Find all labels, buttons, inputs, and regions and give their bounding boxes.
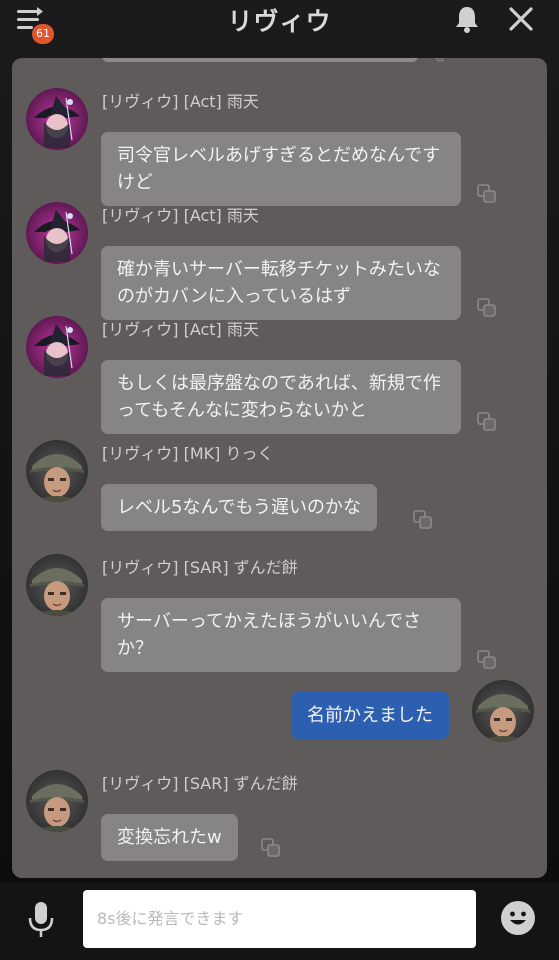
emoji-button[interactable] xyxy=(500,900,536,936)
self-message-bubble[interactable]: 名前かえました xyxy=(291,692,449,739)
sender-label: [リヴィウ] [MK] りっく xyxy=(102,444,274,463)
bell-icon xyxy=(456,7,478,33)
sender-label: [リヴィウ] [Act] 雨天 xyxy=(102,92,259,111)
message-bubble[interactable]: 司令官レベルあげすぎるとだめなんですけど xyxy=(101,132,461,206)
message-bubble[interactable]: 変換忘れたw xyxy=(101,814,238,861)
message-bubble[interactable]: サーバーってかえたほうがいいんでさか？ xyxy=(101,598,461,672)
microphone-icon xyxy=(28,902,54,937)
sender-label: [リヴィウ] [SAR] ずんだ餅 xyxy=(102,558,298,577)
sender-label: [リヴィウ] [Act] 雨天 xyxy=(102,320,259,339)
soldier-avatar[interactable] xyxy=(26,554,88,616)
witch-avatar[interactable] xyxy=(26,88,88,150)
header-bar: 61 リヴィウ xyxy=(0,0,559,58)
copy-icon[interactable] xyxy=(413,510,433,530)
close-button[interactable] xyxy=(506,4,536,34)
chat-message: [リヴィウ] [Act] 雨天 確か青いサーバー転移チケットみたいなのがカバンに… xyxy=(12,202,547,322)
chat-screen: 61 リヴィウ [リヴィウ] [Act] 雨天 司令官レベルあげすぎるとだめなん… xyxy=(0,0,559,960)
witch-avatar[interactable] xyxy=(26,316,88,378)
voice-input-button[interactable] xyxy=(26,900,56,940)
input-bar: 8s後に発言できます xyxy=(0,882,559,960)
copy-icon[interactable] xyxy=(477,412,497,432)
copy-icon[interactable] xyxy=(261,838,281,858)
self-chat-message: 名前かえました xyxy=(12,680,547,750)
copy-icon[interactable] xyxy=(477,298,497,318)
chat-message: [リヴィウ] [Act] 雨天 司令官レベルあげすぎるとだめなんですけど xyxy=(12,88,547,208)
witch-avatar[interactable] xyxy=(26,202,88,264)
chat-message: [リヴィウ] [MK] りっく レベル5なんでもう遅いのかな xyxy=(12,440,547,540)
sender-label: [リヴィウ] [SAR] ずんだ餅 xyxy=(102,774,298,793)
soldier-avatar[interactable] xyxy=(26,440,88,502)
smiley-icon xyxy=(501,901,535,935)
chat-message: [リヴィウ] [Act] 雨天 もしくは最序盤なのであれば、新規で作ってもそんな… xyxy=(12,316,547,436)
notification-button[interactable] xyxy=(452,4,482,34)
copy-icon[interactable] xyxy=(477,184,497,204)
message-input[interactable]: 8s後に発言できます xyxy=(83,890,476,948)
previous-message-bubble xyxy=(102,58,418,62)
message-list[interactable]: [リヴィウ] [Act] 雨天 司令官レベルあげすぎるとだめなんですけど [リヴ… xyxy=(12,58,547,878)
soldier-avatar[interactable] xyxy=(472,680,534,742)
message-bubble[interactable]: もしくは最序盤なのであれば、新規で作ってもそんなに変わらないかと xyxy=(101,360,461,434)
message-bubble[interactable]: レベル5なんでもう遅いのかな xyxy=(101,484,378,531)
copy-icon[interactable] xyxy=(477,650,497,670)
copy-icon[interactable] xyxy=(430,58,448,62)
sender-label: [リヴィウ] [Act] 雨天 xyxy=(102,206,259,225)
close-icon xyxy=(509,7,533,31)
chat-message: [リヴィウ] [SAR] ずんだ餅 変換忘れたw xyxy=(12,770,547,870)
soldier-avatar[interactable] xyxy=(26,770,88,832)
chat-message: [リヴィウ] [SAR] ずんだ餅 サーバーってかえたほうがいいんでさか？ xyxy=(12,554,547,674)
message-bubble[interactable]: 確か青いサーバー転移チケットみたいなのがカバンに入っているはず xyxy=(101,246,461,320)
